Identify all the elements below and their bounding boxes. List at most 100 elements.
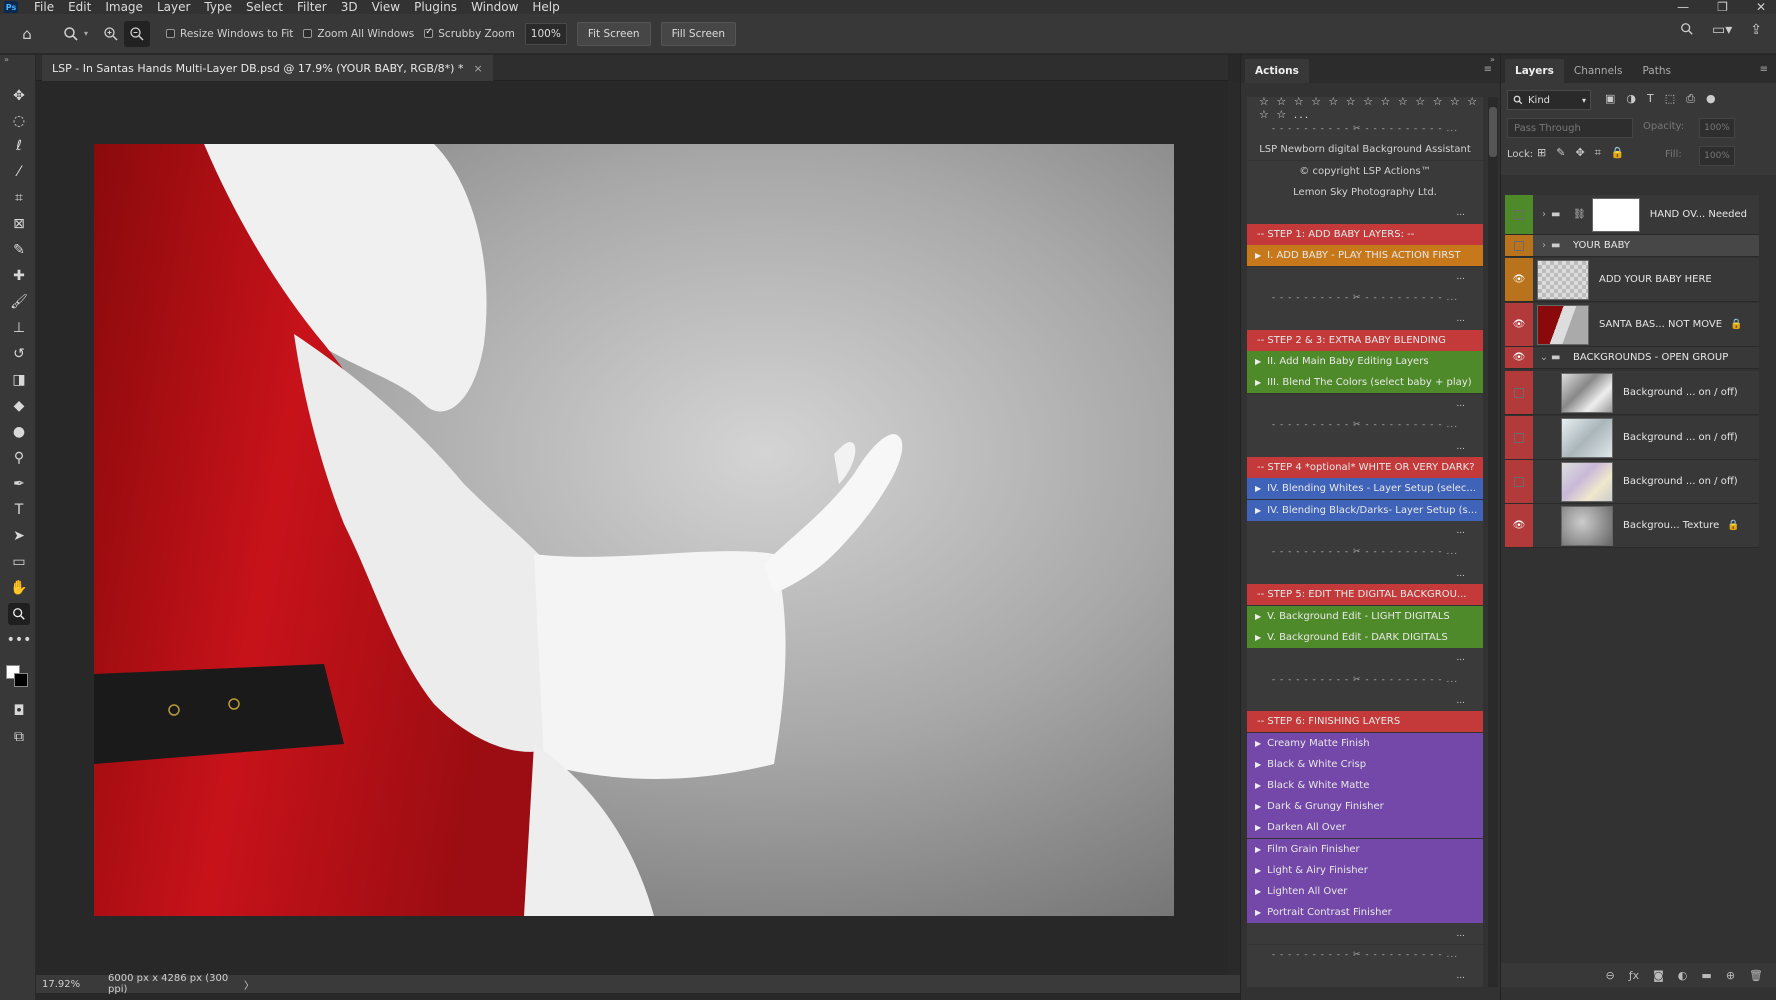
action-row[interactable]: ... — [1247, 563, 1483, 585]
layer-thumbnail[interactable] — [1561, 461, 1613, 502]
action-row[interactable]: ... — [1247, 965, 1483, 987]
eraser-tool-icon[interactable]: ◨ — [8, 369, 30, 391]
zoom-tool-icon[interactable] — [8, 603, 30, 625]
type-tool-icon[interactable]: T — [8, 499, 30, 521]
fill-screen-button[interactable]: Fill Screen — [660, 21, 737, 46]
expand-triangle-icon[interactable]: ▶ — [1255, 506, 1261, 515]
layer-name[interactable]: HAND OV... Needed — [1650, 209, 1747, 220]
crop-tool-icon[interactable]: ⌗ — [8, 187, 30, 209]
action-row[interactable]: ▶ V. Background Edit - LIGHT DIGITALS — [1247, 605, 1483, 627]
lock-pixels-icon[interactable]: ✎ — [1556, 146, 1565, 160]
menu-layer[interactable]: Layer — [157, 0, 190, 14]
layer-name[interactable]: ADD YOUR BABY HERE — [1599, 274, 1712, 285]
scrubby-zoom-checkbox[interactable]: Scrubby Zoom — [424, 27, 515, 40]
mask-icon[interactable]: ◙ — [1653, 969, 1664, 982]
fx-icon[interactable]: ƒx — [1629, 969, 1639, 982]
action-row[interactable]: ... — [1247, 923, 1483, 945]
dodge-tool-icon[interactable]: ⚲ — [8, 447, 30, 469]
layer-thumbnail[interactable] — [1537, 259, 1589, 300]
menu-help[interactable]: Help — [532, 0, 559, 14]
tab-actions[interactable]: Actions — [1245, 59, 1309, 83]
expand-toolbar-icon[interactable]: » — [4, 55, 9, 64]
expand-triangle-icon[interactable]: ▶ — [1255, 612, 1261, 621]
layer-row[interactable]: Background ... on / off) — [1505, 460, 1759, 504]
menu-edit[interactable]: Edit — [68, 0, 91, 14]
menu-type[interactable]: Type — [204, 0, 232, 14]
action-row[interactable]: -- STEP 4 *optional* WHITE OR VERY DARK? — [1247, 457, 1483, 479]
eyedropper-icon[interactable]: ✎ — [8, 239, 30, 261]
layer-name[interactable]: Backgrou... Texture — [1623, 520, 1719, 531]
expand-triangle-icon[interactable]: ▶ — [1255, 251, 1261, 260]
action-row[interactable]: ... — [1247, 647, 1483, 669]
action-row[interactable]: ... — [1247, 690, 1483, 712]
expand-triangle-icon[interactable]: ▶ — [1255, 823, 1261, 832]
fit-screen-button[interactable]: Fit Screen — [576, 21, 651, 46]
menu-file[interactable]: File — [34, 0, 54, 14]
visibility-toggle[interactable] — [1505, 195, 1533, 234]
visibility-toggle[interactable] — [1505, 416, 1533, 459]
action-row[interactable]: ▶ Portrait Contrast Finisher — [1247, 902, 1483, 924]
brush-tool-icon[interactable]: 🖌 — [8, 291, 30, 313]
link-icon[interactable]: ⊖ — [1606, 969, 1615, 982]
action-row[interactable]: ... — [1247, 393, 1483, 415]
layer-thumbnail[interactable] — [1561, 372, 1613, 413]
smart-object-filter-icon[interactable]: ⎙ — [1686, 92, 1695, 106]
action-row[interactable]: - - - - - - - - - - ✂ - - - - - - - - - … — [1247, 669, 1483, 691]
magic-wand-icon[interactable]: ⁄ — [8, 161, 30, 183]
layer-row[interactable]: 👁 Backgrou... Texture 🔒 — [1505, 504, 1759, 548]
action-row[interactable]: ▶ Creamy Matte Finish — [1247, 732, 1483, 754]
hidden-eye-box[interactable] — [1514, 476, 1524, 487]
menu-window[interactable]: Window — [471, 0, 518, 14]
action-row[interactable]: ▶ I. ADD BABY - PLAY THIS ACTION FIRST — [1247, 245, 1483, 267]
zoom-out-icon[interactable] — [124, 20, 151, 47]
action-row[interactable]: ▶ Lighten All Over — [1247, 880, 1483, 902]
action-row[interactable]: ▶ Black & White Crisp — [1247, 753, 1483, 775]
lock-all-icon[interactable]: 🔒 — [1611, 146, 1625, 160]
layer-name[interactable]: Background ... on / off) — [1623, 476, 1738, 487]
action-row[interactable]: ... — [1247, 520, 1483, 542]
action-row[interactable]: -- STEP 5: EDIT THE DIGITAL BACKGROU... — [1247, 584, 1483, 606]
action-row[interactable]: ▶ Film Grain Finisher — [1247, 838, 1483, 860]
layer-row[interactable]: 👁 SANTA BAS... NOT MOVE 🔒 — [1505, 303, 1759, 347]
expand-triangle-icon[interactable]: ▶ — [1255, 633, 1261, 642]
layer-thumbnail[interactable] — [1591, 197, 1640, 232]
layer-row[interactable]: Background ... on / off) — [1505, 371, 1759, 415]
expand-triangle-icon[interactable]: ▶ — [1255, 760, 1261, 769]
menu-plugins[interactable]: Plugins — [414, 0, 457, 14]
expand-triangle-icon[interactable]: ▶ — [1255, 866, 1261, 875]
actions-panel-menu-icon[interactable]: ≡ — [1484, 64, 1492, 75]
adjustment-filter-icon[interactable]: ◑ — [1626, 92, 1636, 106]
tab-layers[interactable]: Layers — [1505, 59, 1564, 83]
marquee-tool-icon[interactable]: ◌ — [8, 110, 30, 132]
expand-triangle-icon[interactable]: ▶ — [1255, 739, 1261, 748]
screen-mode-icon[interactable]: ⧉ — [8, 726, 30, 748]
checkbox-box[interactable] — [166, 29, 176, 38]
visibility-toggle[interactable]: 👁 — [1505, 258, 1533, 301]
action-row[interactable]: ▶ V. Background Edit - DARK DIGITALS — [1247, 626, 1483, 648]
action-row[interactable]: ▶ Darken All Over — [1247, 817, 1483, 839]
action-row[interactable]: - - - - - - - - - - ✂ - - - - - - - - - … — [1247, 541, 1483, 563]
expand-triangle-icon[interactable]: ▶ — [1255, 845, 1261, 854]
action-row[interactable]: ▶ III. Blend The Colors (select baby + pl… — [1247, 372, 1483, 394]
document-image[interactable] — [94, 144, 1174, 916]
actions-scrollbar[interactable] — [1488, 97, 1498, 987]
healing-brush-icon[interactable]: ✚ — [8, 265, 30, 287]
hidden-eye-box[interactable] — [1514, 240, 1524, 251]
action-row[interactable]: ... — [1247, 308, 1483, 330]
canvas-vertical-scrollbar[interactable] — [1228, 81, 1240, 975]
hand-tool-icon[interactable]: ✋ — [8, 577, 30, 599]
adjustment-icon[interactable]: ◐ — [1678, 969, 1688, 982]
visibility-toggle[interactable] — [1505, 235, 1533, 256]
kind-filter-dropdown[interactable]: Kind ▾ — [1507, 90, 1591, 110]
canvas-area[interactable] — [36, 81, 1228, 975]
expand-triangle-icon[interactable]: ▶ — [1255, 887, 1261, 896]
action-row[interactable]: - - - - - - - - - - ✂ - - - - - - - - - … — [1247, 944, 1483, 966]
collapse-panels-icon[interactable]: » — [1490, 55, 1500, 65]
lock-position-icon[interactable]: ✥ — [1575, 146, 1584, 160]
action-row[interactable]: ▶ IV. Blending Whites - Layer Setup (sele… — [1247, 478, 1483, 500]
lock-transparency-icon[interactable]: ⊞ — [1537, 146, 1546, 160]
shape-filter-icon[interactable]: ⬚ — [1665, 92, 1675, 106]
frame-tool-icon[interactable]: ⊠ — [8, 213, 30, 235]
quick-mask-icon[interactable]: ◘ — [8, 700, 30, 722]
close-tab-icon[interactable]: × — [473, 62, 482, 75]
